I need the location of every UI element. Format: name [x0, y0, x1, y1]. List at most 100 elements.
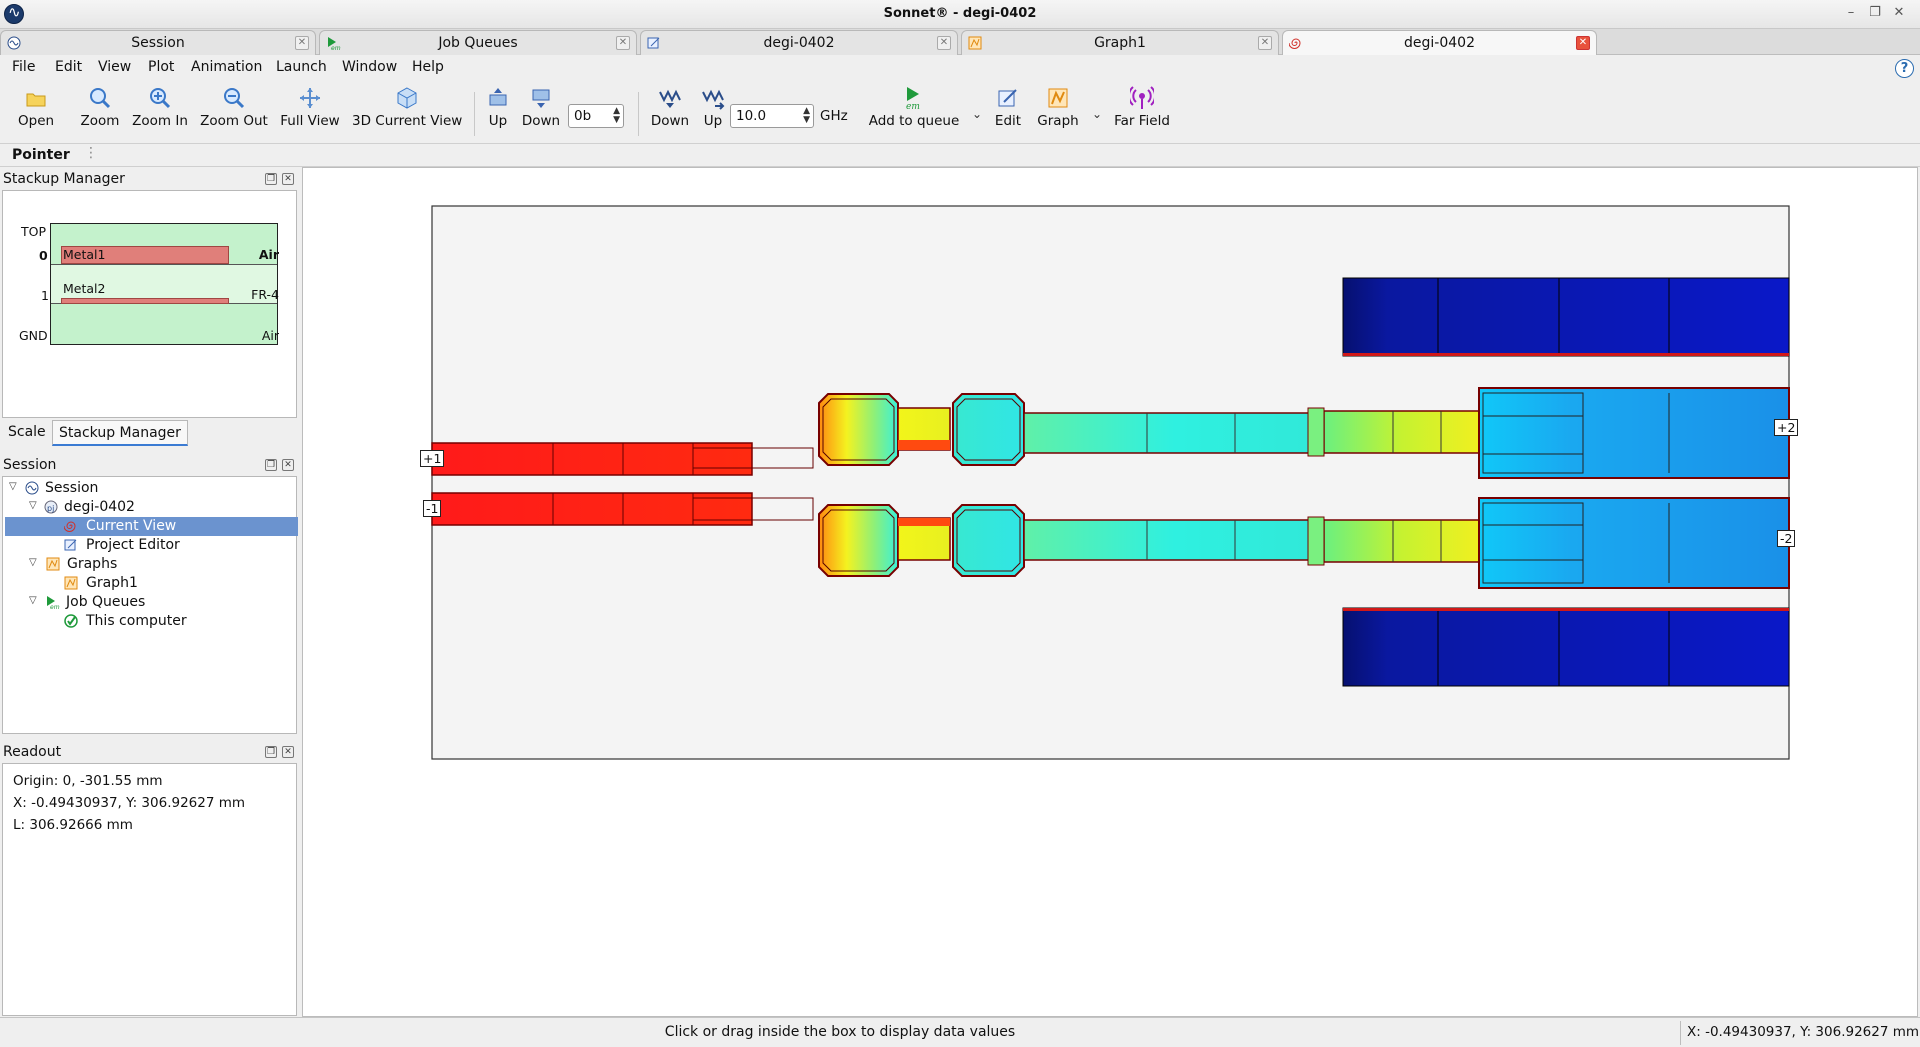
port-minus1-label[interactable]: -1 — [423, 500, 442, 517]
magnifier-icon — [88, 86, 112, 110]
zoom-out-button[interactable]: Zoom Out — [200, 86, 268, 129]
menu-window[interactable]: Window — [342, 59, 397, 75]
add-to-queue-button[interactable]: em Add to queue — [868, 86, 960, 129]
toolbar-handle[interactable]: ⋮ — [84, 145, 98, 161]
freq-up-button[interactable]: Up — [698, 86, 728, 129]
toolbar-separator — [474, 92, 475, 136]
graph-icon — [968, 36, 982, 50]
menu-launch[interactable]: Launch — [276, 59, 327, 75]
float-dock-icon[interactable]: ❐ — [265, 459, 277, 471]
restore-icon[interactable]: ❐ — [1866, 5, 1884, 21]
menu-animation[interactable]: Animation — [191, 59, 262, 75]
tab-session[interactable]: Session ✕ — [0, 30, 316, 55]
menu-edit[interactable]: Edit — [55, 59, 82, 75]
tab-stackup-manager[interactable]: Stackup Manager — [52, 420, 188, 446]
close-tab-icon[interactable]: ✕ — [1576, 36, 1590, 50]
graph-button[interactable]: Graph — [1036, 86, 1080, 129]
zoom-button[interactable]: Zoom — [78, 86, 122, 129]
stackup-level-0-label: 0 — [39, 248, 48, 263]
close-tab-icon[interactable]: ✕ — [937, 36, 951, 50]
project-editor-icon — [64, 538, 78, 552]
sonnet-session-icon — [7, 36, 21, 50]
tab-current-view[interactable]: degi-0402 ✕ — [1282, 30, 1597, 56]
chevron-down-icon[interactable]: ⌄ — [1092, 107, 1102, 121]
checkmark-icon — [64, 614, 78, 628]
menu-file[interactable]: File — [12, 59, 35, 75]
port-minus2-label[interactable]: -2 — [1777, 530, 1796, 547]
chevron-down-icon[interactable]: ⌄ — [972, 107, 982, 121]
close-dock-icon[interactable]: ✕ — [282, 746, 294, 758]
project-editor-icon — [996, 86, 1020, 110]
tree-item-this-computer[interactable]: This computer — [5, 612, 298, 631]
stackup-dock-title: Stackup Manager ❐ ✕ — [0, 168, 298, 190]
tree-item-current-view[interactable]: Current View — [5, 517, 298, 536]
cube-3d-icon — [395, 86, 419, 110]
readout-xy: X: -0.49430937, Y: 306.92627 mm — [13, 795, 246, 811]
close-dock-icon[interactable]: ✕ — [282, 173, 294, 185]
level-spinbox[interactable]: 0b ▲ ▼ — [568, 104, 624, 128]
tree-item-project[interactable]: ▽ pj degi-0402 — [5, 498, 298, 517]
layer-down-icon — [529, 86, 553, 110]
edit-button[interactable]: Edit — [994, 86, 1022, 129]
tab-scale[interactable]: Scale — [2, 420, 52, 446]
dielectric-air-top: Air — [258, 247, 279, 262]
tree-item-graphs[interactable]: ▽ Graphs — [5, 555, 298, 574]
float-dock-icon[interactable]: ❐ — [265, 173, 277, 185]
spin-arrows-icon[interactable]: ▲ ▼ — [613, 107, 620, 125]
tree-item-project-editor[interactable]: Project Editor — [5, 536, 298, 555]
stackup-gnd-label: GND — [19, 328, 48, 343]
antenna-icon — [1127, 86, 1157, 110]
float-dock-icon[interactable]: ❐ — [265, 746, 277, 758]
3d-current-view-button[interactable]: 3D Current View — [352, 86, 462, 129]
mode-label: Pointer — [12, 147, 70, 163]
stackup-diagram[interactable]: Metal1 Metal2 Air FR-4 Air — [50, 223, 279, 345]
level-up-button[interactable]: Up — [484, 86, 512, 129]
frequency-spinbox[interactable]: 10.0 ▲ ▼ — [730, 104, 814, 128]
tab-graph1[interactable]: Graph1 ✕ — [961, 30, 1279, 55]
stackup-top-label: TOP — [21, 224, 47, 239]
close-tab-icon[interactable]: ✕ — [1258, 36, 1272, 50]
port-plus1-label[interactable]: +1 — [420, 450, 445, 467]
port-plus2-label[interactable]: +2 — [1774, 419, 1799, 436]
readout-length: L: 306.92666 mm — [13, 817, 133, 833]
tab-job-queues[interactable]: em Job Queues ✕ — [319, 30, 637, 55]
level-down-button[interactable]: Down — [520, 86, 562, 129]
far-field-button[interactable]: Far Field — [1112, 86, 1172, 129]
full-view-icon — [298, 86, 322, 110]
full-view-button[interactable]: Full View — [280, 86, 340, 129]
left-dock-tabs: Scale Stackup Manager — [0, 418, 298, 446]
metal2-label: Metal2 — [63, 281, 106, 296]
session-tree: ▽ Session ▽ pj degi-0402 Current View Pr… — [2, 476, 298, 734]
tree-item-session[interactable]: ▽ Session — [5, 479, 298, 498]
readout-panel: Origin: 0, -301.55 mm X: -0.49430937, Y:… — [2, 763, 297, 1016]
expand-arrow-icon[interactable]: ▽ — [9, 481, 17, 492]
minimize-icon[interactable]: – — [1842, 5, 1860, 21]
menu-plot[interactable]: Plot — [148, 59, 174, 75]
close-tab-icon[interactable]: ✕ — [616, 36, 630, 50]
metal1-label: Metal1 — [63, 247, 106, 262]
close-dock-icon[interactable]: ✕ — [282, 459, 294, 471]
tree-item-job-queues[interactable]: ▽ em Job Queues — [5, 593, 298, 612]
help-icon[interactable]: ? — [1895, 59, 1914, 78]
current-view-canvas[interactable]: +1 -1 +2 -2 — [302, 167, 1918, 1017]
tab-project-editor[interactable]: degi-0402 ✕ — [640, 30, 958, 55]
em-queue-icon: em — [326, 36, 341, 52]
spin-arrows-icon[interactable]: ▲ ▼ — [803, 107, 810, 125]
close-icon[interactable]: ✕ — [1890, 5, 1908, 21]
expand-arrow-icon[interactable]: ▽ — [29, 595, 37, 606]
expand-arrow-icon[interactable]: ▽ — [29, 500, 37, 511]
sonnet-session-icon — [25, 481, 39, 495]
tree-item-graph1[interactable]: Graph1 — [5, 574, 298, 593]
open-button[interactable]: Open — [18, 86, 54, 129]
current-density-layout[interactable] — [303, 168, 1917, 1016]
expand-arrow-icon[interactable]: ▽ — [29, 557, 37, 568]
readout-dock-title: Readout ❐ ✕ — [0, 741, 298, 763]
freq-down-button[interactable]: Down — [650, 86, 690, 129]
zoom-out-icon — [222, 86, 246, 110]
zoom-in-button[interactable]: Zoom In — [132, 86, 188, 129]
close-tab-icon[interactable]: ✕ — [295, 36, 309, 50]
svg-text:em: em — [906, 102, 920, 110]
menu-help[interactable]: Help — [412, 59, 444, 75]
menu-view[interactable]: View — [98, 59, 131, 75]
document-tab-bar: Session ✕ em Job Queues ✕ degi-0402 ✕ Gr… — [0, 29, 1920, 56]
